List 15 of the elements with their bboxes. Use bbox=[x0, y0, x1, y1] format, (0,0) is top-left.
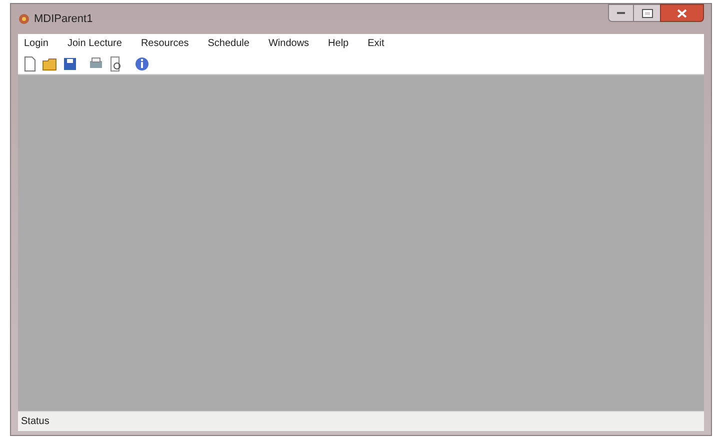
help-icon[interactable] bbox=[133, 54, 151, 72]
menu-item[interactable]: Join Lecture bbox=[65, 36, 124, 51]
menu-item[interactable]: Login bbox=[22, 36, 50, 51]
window-title: MDIParent1 bbox=[34, 12, 93, 27]
menu-item[interactable]: Schedule bbox=[206, 36, 252, 51]
maximize-button[interactable] bbox=[634, 4, 660, 22]
close-icon bbox=[677, 8, 687, 18]
menu-item[interactable]: Exit bbox=[366, 36, 386, 51]
close-button[interactable] bbox=[660, 4, 704, 22]
minimize-button[interactable] bbox=[608, 4, 634, 22]
status-text: Status bbox=[21, 415, 50, 429]
menu-item[interactable]: Help bbox=[326, 36, 351, 51]
menu-item[interactable]: Resources bbox=[138, 36, 191, 51]
menu-item[interactable]: Windows bbox=[266, 36, 312, 51]
app-icon bbox=[18, 13, 30, 25]
